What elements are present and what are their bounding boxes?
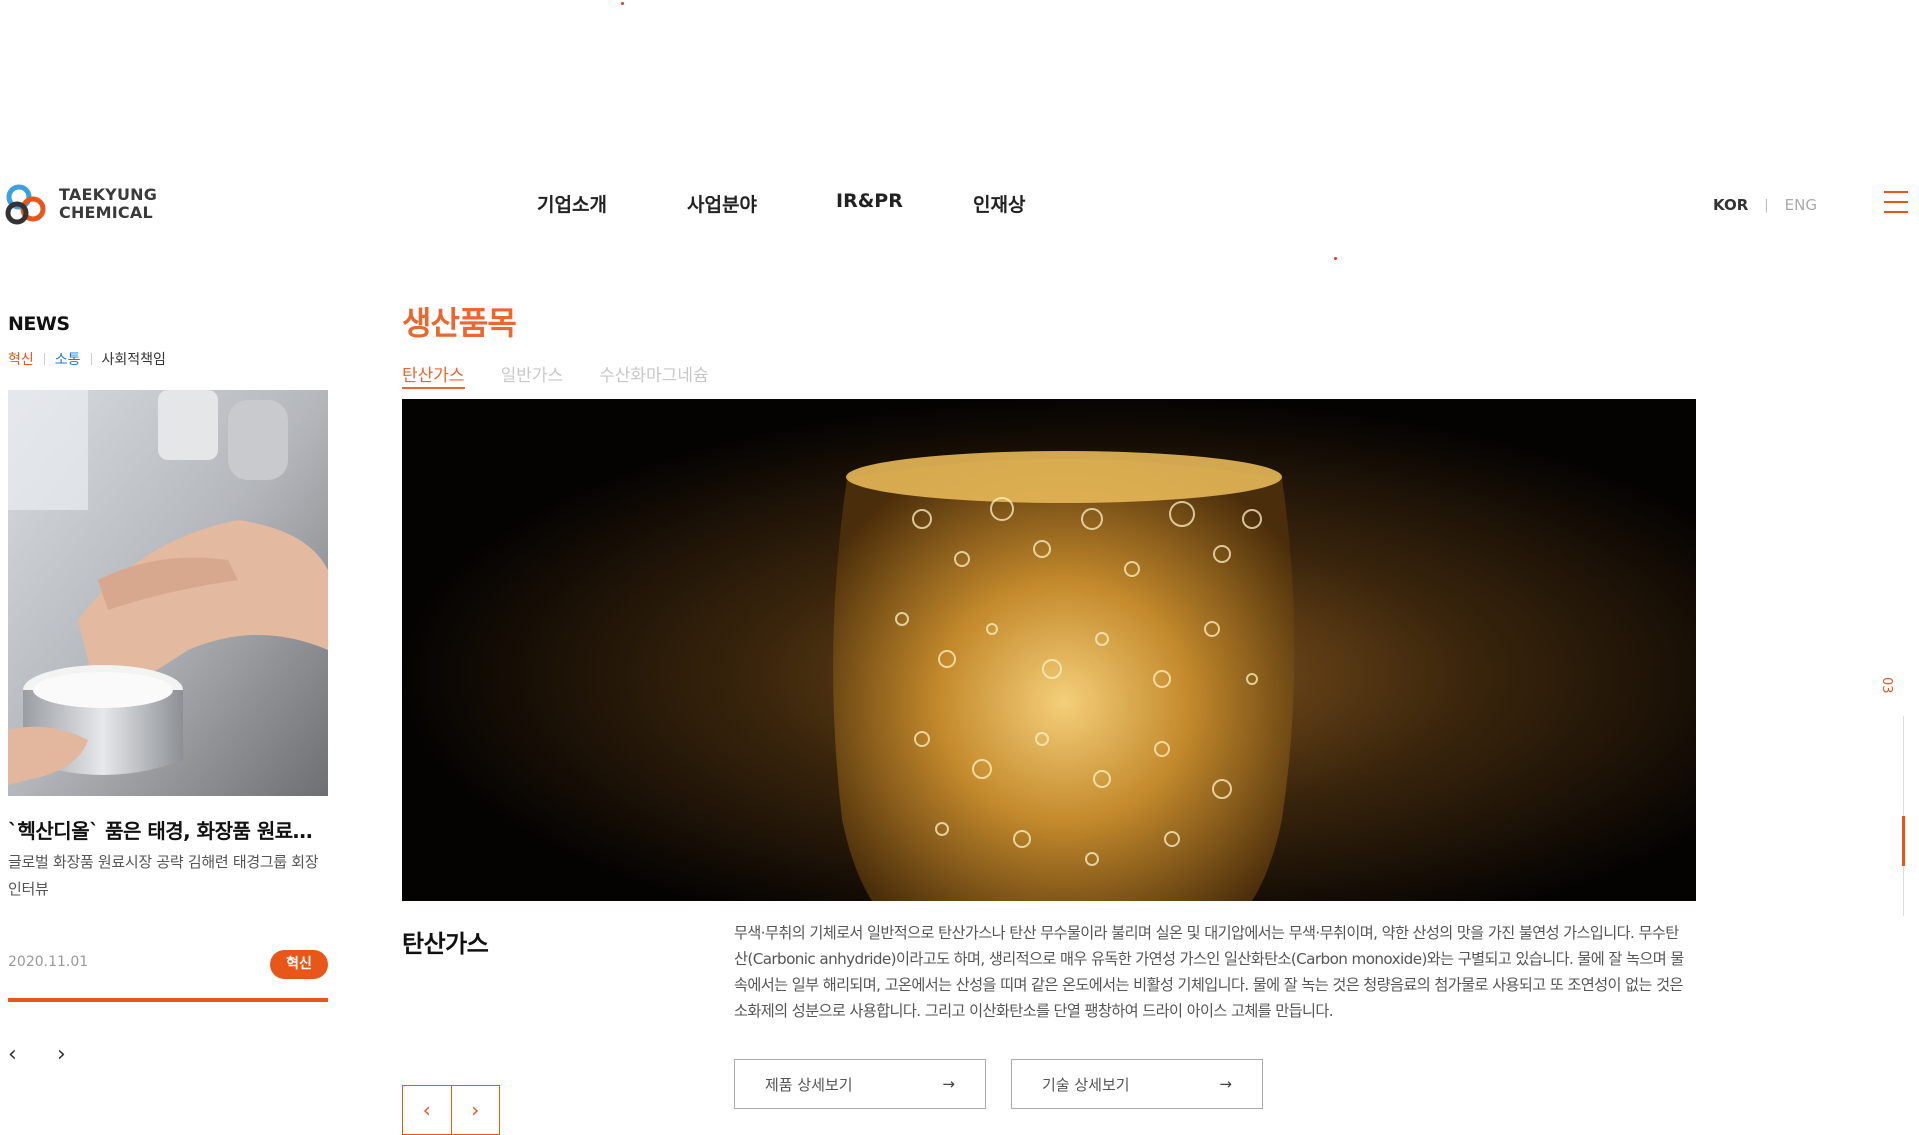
tech-detail-label: 기술 상세보기 bbox=[1042, 1075, 1130, 1094]
products-title: 생산품목 bbox=[402, 304, 517, 342]
news-tab-social[interactable]: 사회적책임 bbox=[102, 349, 166, 369]
lang-kor[interactable]: KOR bbox=[1713, 196, 1748, 214]
tab-carbon-dioxide[interactable]: 탄산가스 bbox=[402, 361, 465, 389]
nav-item-company[interactable]: 기업소개 bbox=[537, 190, 607, 217]
chevron-right-icon[interactable]: › bbox=[452, 1086, 500, 1134]
product-detail-label: 제품 상세보기 bbox=[765, 1075, 853, 1094]
arrow-right-icon: → bbox=[1219, 1075, 1232, 1093]
tab-magnesium-hydroxide[interactable]: 수산화마그네슘 bbox=[599, 361, 708, 389]
tab-divider bbox=[90, 353, 92, 365]
section-rail-indicator[interactable] bbox=[1902, 816, 1905, 866]
hamburger-icon[interactable] bbox=[1884, 191, 1908, 213]
product-detail-button[interactable]: 제품 상세보기 → bbox=[734, 1059, 986, 1109]
decorative-dot bbox=[1334, 257, 1337, 260]
tab-general-gas[interactable]: 일반가스 bbox=[501, 361, 564, 389]
news-photo bbox=[8, 390, 328, 796]
news-tab-innovation[interactable]: 혁신 bbox=[8, 349, 34, 369]
tech-detail-button[interactable]: 기술 상세보기 → bbox=[1011, 1059, 1263, 1109]
news-date: 2020.11.01 bbox=[8, 954, 89, 970]
news-title: NEWS bbox=[8, 313, 70, 335]
product-image bbox=[402, 399, 1696, 901]
section-number: 03 bbox=[1879, 677, 1894, 694]
news-description: 글로벌 화장품 원료시장 공략 김해련 태경그룹 회장 인터뷰 bbox=[8, 853, 319, 898]
news-tab-communication[interactable]: 소통 bbox=[55, 349, 81, 369]
nav-item-business[interactable]: 사업분야 bbox=[687, 190, 757, 217]
product-tabs: 탄산가스 일반가스 수산화마그네슘 bbox=[402, 361, 745, 389]
news-headline[interactable]: `헥산디올` 품은 태경, 화장품 원료시장 공략 bbox=[8, 815, 328, 844]
decorative-dot bbox=[621, 2, 624, 5]
news-tabs: 혁신 소통 사회적책임 bbox=[8, 349, 166, 369]
arrow-right-icon: → bbox=[942, 1075, 955, 1093]
chevron-left-icon[interactable]: ‹ bbox=[8, 1043, 28, 1067]
logo-mark-icon bbox=[5, 184, 46, 225]
logo-wordmark: TAEKYUNG CHEMICAL bbox=[59, 186, 157, 222]
company-logo[interactable]: TAEKYUNG CHEMICAL bbox=[3, 181, 157, 227]
nav-item-irpr[interactable]: IR&PR bbox=[836, 190, 903, 212]
product-name: 탄산가스 bbox=[402, 930, 489, 958]
lang-separator: | bbox=[1764, 197, 1769, 213]
news-category-badge: 혁신 bbox=[270, 950, 328, 979]
product-pager: ‹ › bbox=[402, 1085, 500, 1135]
chevron-right-icon[interactable]: › bbox=[57, 1043, 77, 1067]
product-description: 무색·무취의 기체로서 일반적으로 탄산가스나 탄산 무수물이라 불리며 실온 … bbox=[734, 924, 1684, 1020]
nav-item-talent[interactable]: 인재상 bbox=[973, 190, 1025, 217]
sparkling-glass-photo bbox=[402, 399, 1696, 901]
language-switcher: KOR | ENG bbox=[1713, 196, 1817, 214]
news-progress-bar bbox=[8, 998, 328, 1002]
tab-divider bbox=[43, 353, 45, 365]
logo-line2: CHEMICAL bbox=[59, 203, 153, 222]
logo-line1: TAEKYUNG bbox=[59, 185, 158, 204]
chevron-left-icon[interactable]: ‹ bbox=[403, 1086, 452, 1134]
lang-eng[interactable]: ENG bbox=[1785, 196, 1817, 214]
news-thumbnail[interactable] bbox=[8, 390, 328, 796]
